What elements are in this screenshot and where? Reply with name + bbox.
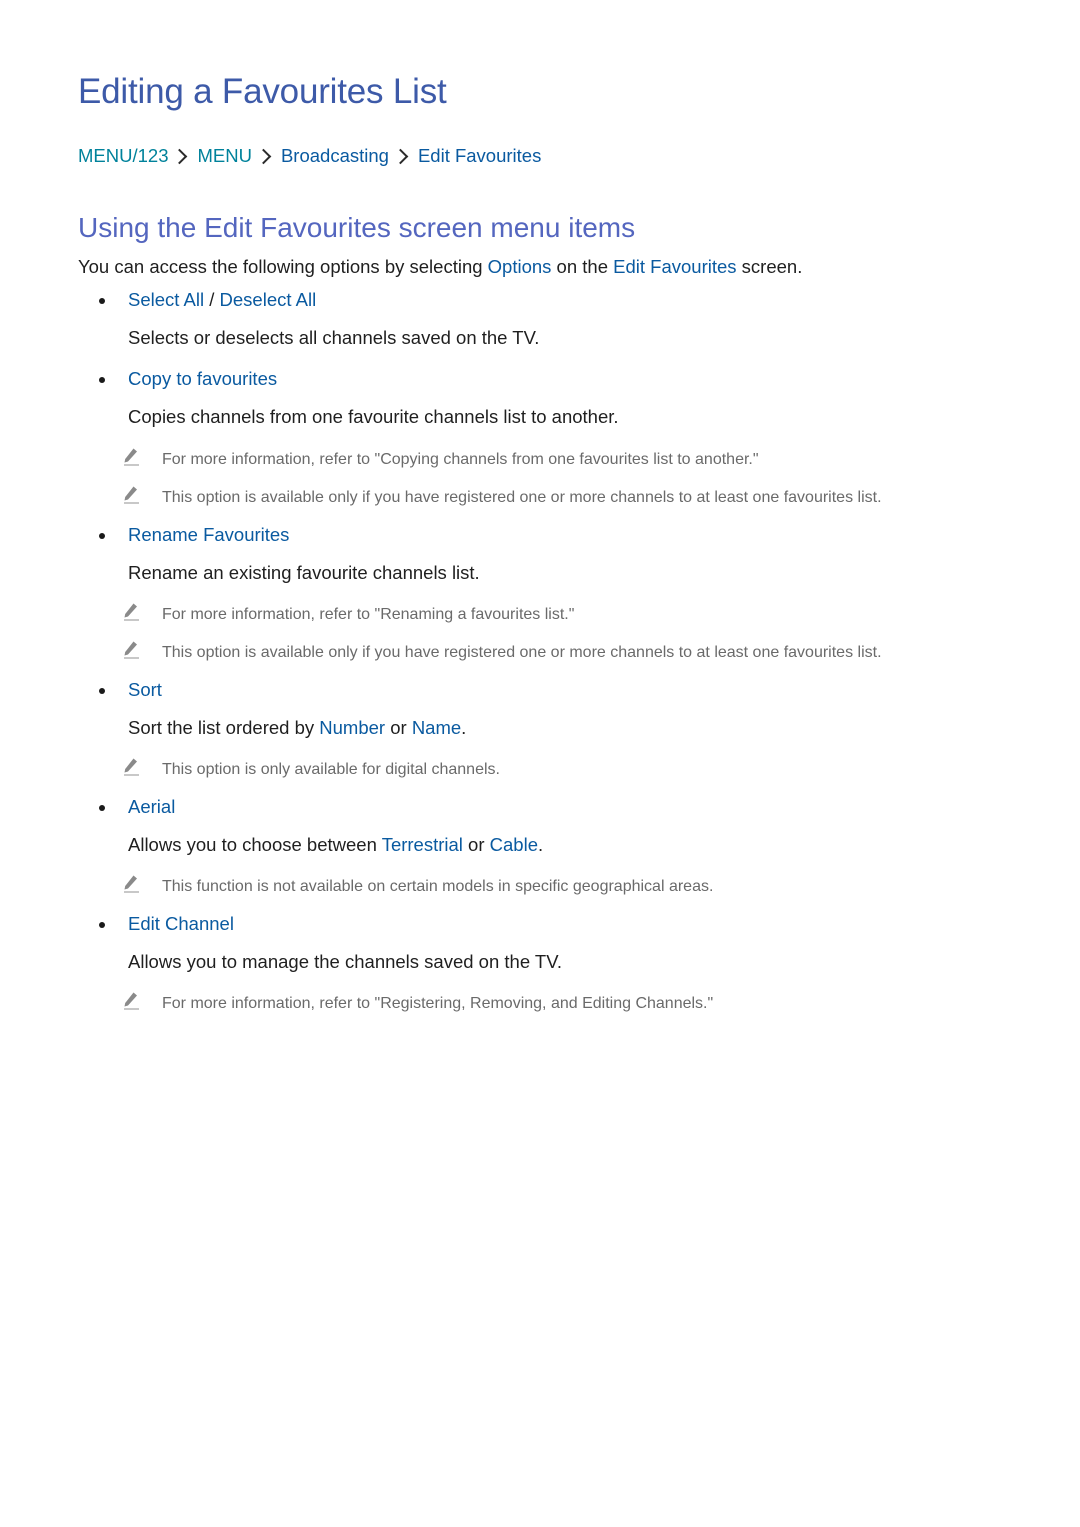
item-description: Allows you to choose between Terrestrial… [128, 834, 543, 856]
rename-favourites-link[interactable]: Rename Favourites [128, 524, 289, 546]
edit-favourites-link[interactable]: Edit Favourites [613, 256, 736, 277]
bullet-icon [99, 922, 105, 928]
intro-text: screen. [736, 256, 803, 277]
pencil-icon [124, 448, 139, 466]
bullet-icon [99, 688, 105, 694]
desc-text: Sort the list ordered by [128, 717, 320, 738]
desc-text: . [461, 717, 467, 738]
label-separator: / [204, 289, 220, 310]
aerial-link[interactable]: Aerial [128, 796, 175, 818]
item-description: Rename an existing favourite channels li… [128, 562, 480, 583]
pencil-icon [124, 641, 139, 659]
bullet-icon [99, 533, 105, 539]
breadcrumb-item-menu-123[interactable]: MENU/123 [78, 145, 168, 167]
pencil-icon [124, 875, 139, 893]
item-description: Sort the list ordered by Number or Name. [128, 717, 466, 739]
desc-text: . [537, 834, 544, 855]
options-link[interactable]: Options [488, 256, 552, 277]
chevron-right-icon [172, 148, 188, 164]
breadcrumb: MENU/123 MENU Broadcasting Edit Favourit… [78, 145, 541, 167]
intro-paragraph: You can access the following options by … [78, 256, 802, 278]
note-text: This function is not available on certai… [162, 878, 714, 895]
desc-text: or [462, 834, 490, 855]
intro-text: on the [551, 256, 614, 277]
terrestrial-link[interactable]: Terrestrial [382, 834, 463, 855]
pencil-icon [124, 486, 139, 504]
note-text: This option is available only if you hav… [162, 644, 882, 661]
note-text: This option is only available for digita… [162, 761, 500, 778]
breadcrumb-item-broadcasting[interactable]: Broadcasting [281, 145, 389, 167]
name-link[interactable]: Name [412, 717, 461, 738]
cable-link[interactable]: Cable [490, 834, 538, 855]
bullet-icon [99, 298, 105, 304]
note-text: For more information, refer to "Renaming… [162, 606, 575, 623]
section-heading: Using the Edit Favourites screen menu it… [78, 212, 636, 243]
number-link[interactable]: Number [319, 717, 385, 738]
item-description: Allows you to manage the channels saved … [128, 951, 563, 972]
sort-link[interactable]: Sort [128, 679, 162, 701]
breadcrumb-item-menu[interactable]: MENU [197, 145, 251, 167]
item-description: Selects or deselects all channels saved … [128, 327, 540, 348]
select-all-link[interactable]: Select All [128, 289, 204, 310]
pencil-icon [124, 603, 139, 621]
note-text: This option is available only if you hav… [162, 489, 882, 506]
chevron-right-icon [255, 148, 272, 164]
note-text: For more information, refer to "Register… [162, 995, 714, 1012]
deselect-all-link[interactable]: Deselect All [220, 289, 317, 310]
desc-text: or [385, 717, 412, 738]
page-title: Editing a Favourites List [78, 72, 447, 111]
pencil-icon [124, 758, 139, 776]
item-description: Copies channels from one favourite chann… [128, 406, 619, 427]
item-label-group: Select All / Deselect All [128, 289, 316, 311]
intro-text: You can access the following options by … [78, 256, 488, 277]
pencil-icon [124, 992, 139, 1010]
copy-to-favourites-link[interactable]: Copy to favourites [128, 368, 277, 390]
bullet-icon [99, 805, 105, 811]
breadcrumb-item-edit-favourites[interactable]: Edit Favourites [418, 145, 541, 167]
edit-channel-link[interactable]: Edit Channel [128, 913, 234, 935]
note-text: For more information, refer to "Copying … [162, 451, 759, 468]
chevron-right-icon [392, 148, 409, 164]
desc-text: Allows you to choose between [128, 834, 382, 855]
bullet-icon [99, 377, 105, 383]
